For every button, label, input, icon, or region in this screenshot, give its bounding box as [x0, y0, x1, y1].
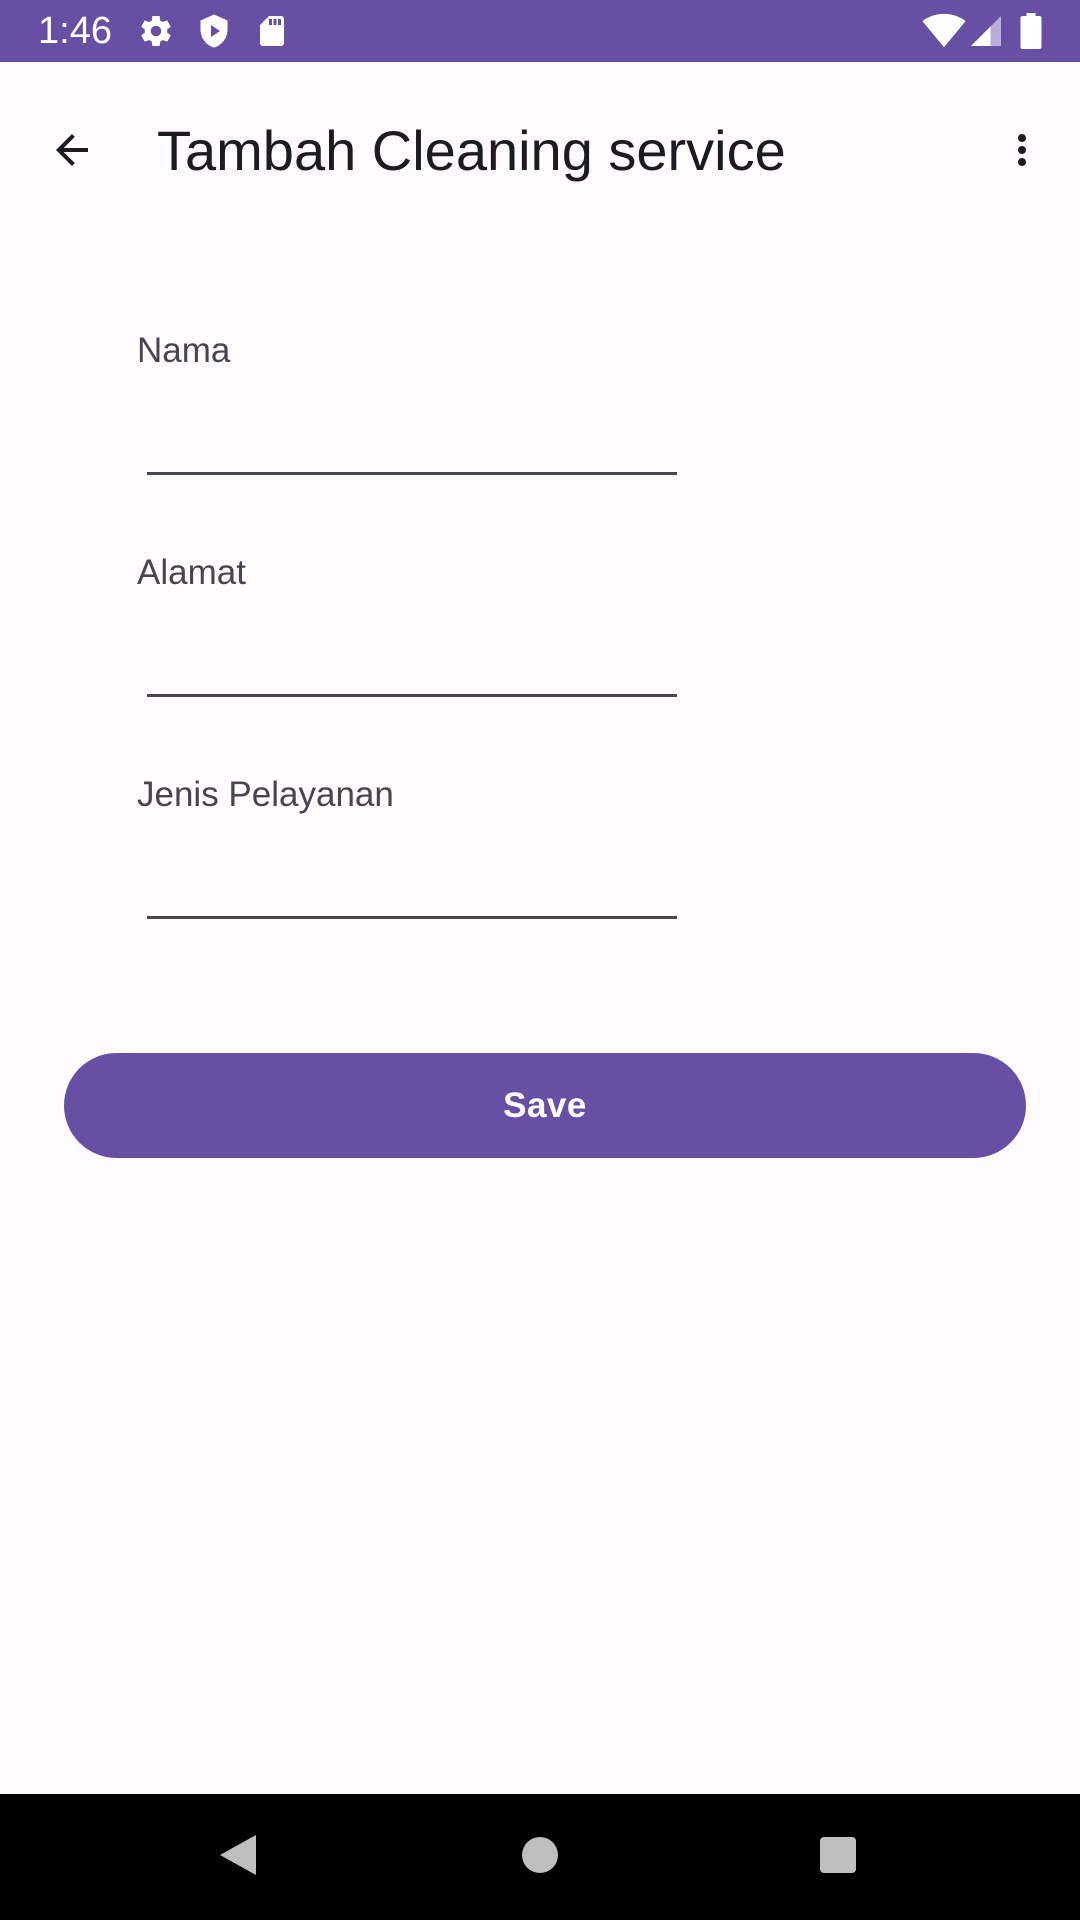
battery-icon [1016, 13, 1046, 49]
app-bar: Tambah Cleaning service [0, 62, 1080, 234]
nav-home-icon [520, 1835, 560, 1880]
nav-recents-icon [818, 1835, 858, 1880]
arrow-back-icon [48, 126, 96, 179]
screen: 1:46 Tambah Cleaning service Nama Alamat… [0, 0, 1080, 1920]
shield-play-icon [196, 13, 232, 49]
nav-home-button[interactable] [510, 1827, 570, 1887]
gear-icon [138, 13, 174, 49]
more-options-button[interactable] [980, 110, 1064, 194]
wifi-icon [922, 13, 966, 49]
nav-back-icon [216, 1831, 260, 1884]
signal-icon [968, 13, 1004, 49]
back-button[interactable] [30, 110, 114, 194]
alamat-label: Alamat [137, 553, 246, 592]
more-vert-icon [998, 126, 1046, 179]
save-button[interactable]: Save [64, 1053, 1026, 1158]
jenis-pelayanan-input[interactable] [147, 844, 677, 919]
page-title: Tambah Cleaning service [157, 119, 786, 182]
sd-card-icon [254, 13, 290, 49]
jenis-pelayanan-field: Jenis Pelayanan [137, 774, 677, 944]
navigation-bar [0, 1794, 1080, 1920]
alamat-field: Alamat [137, 552, 677, 722]
status-time: 1:46 [38, 10, 112, 52]
nama-input[interactable] [147, 400, 677, 475]
status-bar: 1:46 [0, 0, 1080, 62]
nama-field: Nama [137, 330, 677, 500]
jenis-pelayanan-label: Jenis Pelayanan [137, 775, 394, 814]
nama-label: Nama [137, 331, 231, 370]
nav-recents-button[interactable] [808, 1827, 868, 1887]
alamat-input[interactable] [147, 622, 677, 697]
nav-back-button[interactable] [208, 1827, 268, 1887]
